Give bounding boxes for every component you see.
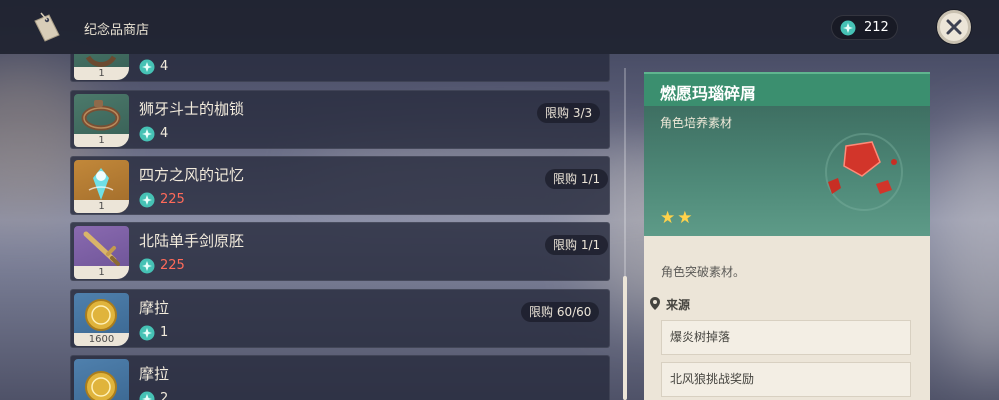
star-icon: ★ — [660, 208, 676, 228]
mora-icon — [85, 371, 117, 400]
close-icon — [946, 19, 962, 35]
price-value: 225 — [160, 192, 185, 207]
list-item[interactable]: 1 狮牙斗士的枷锁 4 限购 3/3 — [70, 90, 610, 149]
price-value: 4 — [160, 126, 169, 141]
rarity-stars: ★ ★ — [660, 208, 695, 228]
item-name: 摩拉 — [139, 365, 170, 383]
shop-item-list[interactable]: 1 4 1 狮牙斗士的枷锁 4 限购 3/3 1 四方之风的记忆 225 限购 … — [70, 54, 610, 400]
star-icon: ★ — [677, 208, 693, 228]
currency-display: 212 — [831, 15, 898, 40]
item-name: 狮牙斗士的枷锁 — [139, 100, 245, 118]
price-value: 225 — [160, 258, 185, 273]
source-label: 来源 — [666, 298, 691, 312]
item-name: 摩拉 — [139, 299, 170, 317]
detail-category: 角色培养素材 — [660, 116, 733, 130]
item-quantity: 1 — [74, 266, 129, 279]
item-name: 北陆单手剑原胚 — [139, 232, 245, 250]
detail-body: 角色突破素材。 来源 爆炎树掉落 北风狼挑战奖励 — [644, 236, 930, 400]
item-name: 四方之风的记忆 — [139, 166, 245, 184]
price-value: 2 — [160, 391, 169, 400]
top-bar: 纪念品商店 212 — [0, 0, 999, 54]
item-detail-panel: 燃愿玛瑙碎屑 角色培养素材 ★ ★ 角色突破素材。 来源 爆炎树掉落 北风狼挑战奖… — [644, 72, 930, 400]
item-thumbnail: 1 — [74, 54, 129, 80]
source-item[interactable]: 爆炎树掉落 — [661, 320, 911, 355]
detail-title: 燃愿玛瑙碎屑 — [660, 84, 757, 103]
starglitter-icon — [840, 20, 856, 36]
detail-header: 燃愿玛瑙碎屑 — [644, 72, 930, 106]
list-item[interactable]: 1600 摩拉 1 限购 60/60 — [70, 289, 610, 348]
list-item[interactable]: 1 四方之风的记忆 225 限购 1/1 — [70, 156, 610, 215]
item-quantity: 1600 — [74, 333, 129, 346]
close-button[interactable] — [937, 10, 971, 44]
item-thumbnail — [74, 359, 129, 400]
item-quantity: 1 — [74, 134, 129, 147]
purchase-limit-badge: 限购 1/1 — [545, 169, 609, 189]
detail-artwork: 角色培养素材 ★ ★ — [644, 106, 930, 236]
agate-icon — [825, 133, 903, 211]
item-quantity: 1 — [74, 200, 129, 213]
purchase-limit-badge: 限购 1/1 — [545, 235, 609, 255]
source-item[interactable]: 北风狼挑战奖励 — [661, 362, 911, 397]
starglitter-icon — [139, 192, 155, 208]
shop-bag-icon — [34, 12, 60, 42]
item-thumbnail: 1 — [74, 94, 129, 147]
price-value: 1 — [160, 325, 169, 340]
price-value: 4 — [160, 59, 169, 74]
page-title: 纪念品商店 — [84, 23, 150, 38]
item-thumbnail: 1 — [74, 226, 129, 279]
item-thumbnail: 1 — [74, 160, 129, 213]
starglitter-icon — [139, 325, 155, 341]
purchase-limit-badge: 限购 60/60 — [521, 302, 600, 322]
starglitter-icon — [139, 59, 155, 75]
currency-amount: 212 — [864, 20, 889, 35]
item-quantity: 1 — [74, 67, 129, 80]
list-item[interactable]: 1 4 — [70, 54, 610, 82]
starglitter-icon — [139, 391, 155, 400]
purchase-limit-badge: 限购 3/3 — [537, 103, 601, 123]
starglitter-icon — [139, 126, 155, 142]
starglitter-icon — [139, 258, 155, 274]
item-thumbnail: 1600 — [74, 293, 129, 346]
list-item[interactable]: 1 北陆单手剑原胚 225 限购 1/1 — [70, 222, 610, 281]
location-pin-icon — [650, 297, 660, 310]
scrollbar-thumb[interactable] — [623, 276, 627, 400]
list-item[interactable]: 摩拉 2 — [70, 355, 610, 400]
source-heading: 来源 — [650, 296, 691, 313]
detail-description: 角色突破素材。 — [661, 265, 746, 279]
